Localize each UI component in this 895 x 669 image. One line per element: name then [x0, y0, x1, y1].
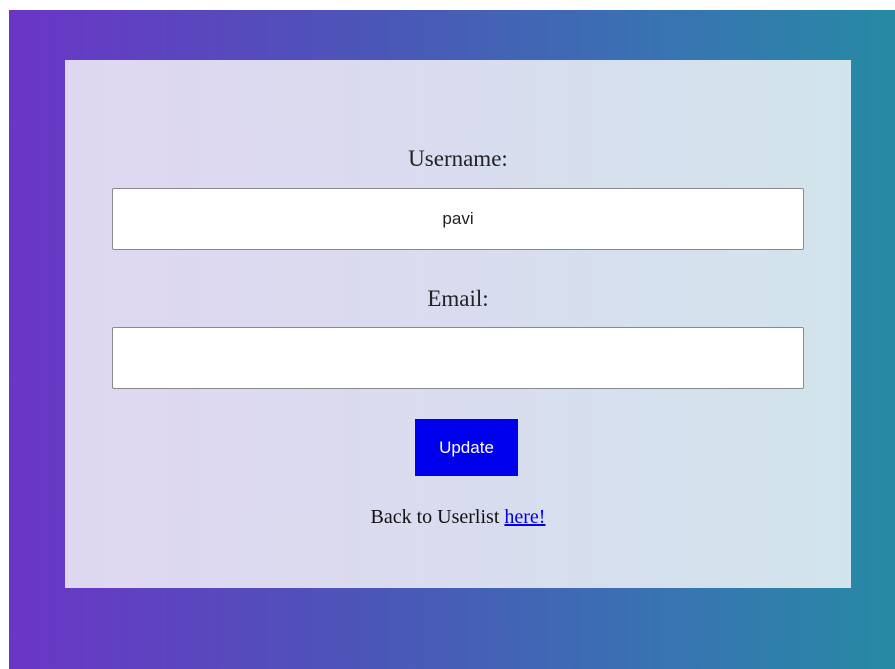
- back-link[interactable]: here!: [504, 506, 545, 528]
- back-text: Back to Userlist: [370, 506, 505, 528]
- update-button[interactable]: Update: [415, 419, 518, 476]
- username-input[interactable]: [112, 188, 804, 250]
- email-input[interactable]: [112, 327, 804, 389]
- back-to-userlist: Back to Userlist here!: [65, 506, 851, 529]
- email-label: Email:: [427, 286, 489, 311]
- username-label: Username:: [408, 146, 508, 171]
- edit-user-form: Username: Email: Update Back to Userlist…: [65, 60, 851, 588]
- page-background: Username: Email: Update Back to Userlist…: [9, 10, 895, 669]
